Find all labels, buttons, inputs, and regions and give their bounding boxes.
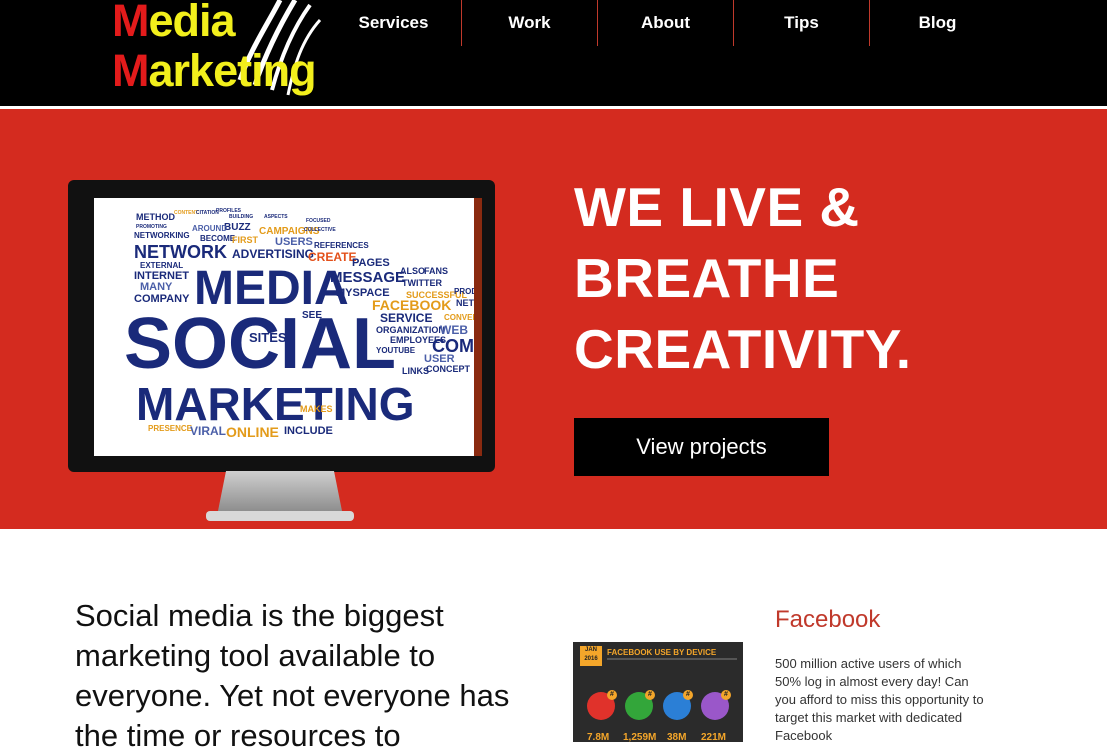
wordcloud-word: SITES (249, 330, 287, 345)
wordcloud-word: ALSO (400, 266, 425, 276)
hero-headline-line: CREATIVITY. (574, 318, 912, 380)
nav-work[interactable]: Work (462, 0, 597, 46)
wordcloud-edge (474, 198, 482, 456)
wordcloud-word: ONLINE (226, 424, 279, 440)
wordcloud-word: FOCUSED (306, 218, 331, 224)
badge-icon: # (645, 690, 655, 700)
wordcloud-word: MAKES (300, 404, 333, 414)
infographic-date: JAN 2016 (580, 646, 602, 666)
infographic-value: 221M (701, 732, 727, 742)
wordcloud-image: METHOD CONTENTCITATIONPROFILESBUILDING ASP… (124, 198, 482, 456)
infographic-value: 1,259M (623, 732, 657, 742)
logo-line-2: Marketing (112, 45, 317, 96)
wordcloud-word: METHOD (136, 212, 175, 222)
wordcloud-word: PROMOTING (136, 224, 167, 230)
wordcloud-word: PROD (454, 287, 477, 296)
wordcloud-word: NETWORKING (134, 231, 190, 240)
wordcloud-word: FANS (424, 266, 448, 276)
wordcloud-word: CONVER (444, 313, 478, 322)
monitor-screen-wordcloud: METHOD CONTENT CITATION PROFILES BUILDING ASP… (94, 198, 482, 456)
hero-headline-line: WE LIVE & (574, 176, 860, 238)
facebook-description: 500 million active users of which 50% lo… (775, 656, 984, 743)
badge-icon: # (721, 690, 731, 700)
wordcloud-word: BUILDING (229, 214, 253, 220)
wordcloud-word: FIRST (232, 235, 259, 245)
site-logo[interactable]: Media Marketing (90, 0, 340, 104)
wordcloud-word: BUZZ (224, 222, 251, 233)
badge-icon: # (607, 690, 617, 700)
wordcloud-word: USER (424, 353, 455, 365)
nav-services[interactable]: Services (326, 0, 461, 46)
nav-about[interactable]: About (598, 0, 733, 46)
wordcloud-word: ORGANIZATION (376, 325, 445, 335)
infographic-title: FACEBOOK USE BY DEVICE (607, 648, 717, 657)
wordcloud-word: ASPECTS (264, 214, 288, 220)
wordcloud-word: TWITTER (402, 278, 442, 288)
infographic-subtitle-bar (607, 658, 737, 660)
wordcloud-word: PRESENCE (148, 424, 193, 433)
intro-text: Social media is the biggest marketing to… (75, 598, 510, 753)
wordcloud-word: MANY (140, 281, 173, 293)
wordcloud-word: SERVICE (380, 311, 432, 325)
wordcloud-word: CONCEPT (426, 364, 471, 374)
wordcloud-word: EMPLOYEES (390, 335, 446, 345)
facebook-device-infographic[interactable]: JAN 2016 FACEBOOK USE BY DEVICE # # # # … (573, 642, 743, 742)
wordcloud-word: CONTENT (174, 210, 198, 216)
main-nav: Services Work About Tips Blog (326, 0, 1005, 46)
infographic-value: 7.8M (587, 732, 610, 742)
wordcloud-word: COLLECTIVE (304, 227, 336, 233)
logo-line-1: Media (112, 0, 236, 46)
infographic-value: 38M (667, 732, 687, 742)
view-projects-button[interactable]: View projects (574, 418, 829, 476)
wordcloud-word: EXTERNAL (140, 261, 183, 270)
wordcloud-word: AROUND (192, 224, 227, 233)
wordcloud-word: YOUTUBE (376, 346, 416, 355)
wordcloud-word: ADVERTISING (232, 247, 314, 261)
wordcloud-word: PAGES (352, 257, 390, 269)
nav-blog[interactable]: Blog (870, 0, 1005, 46)
facebook-heading: Facebook (775, 606, 881, 633)
wordcloud-word: SEE (302, 310, 322, 321)
wordcloud-word: MARKETING (136, 378, 415, 430)
hero-headline-line: BREATHE (574, 247, 840, 309)
hero-headline: WE LIVE & BREATHE CREATIVITY. (574, 172, 1074, 385)
wordcloud-word: NETWORK (134, 242, 227, 262)
wordcloud-word: VIRAL (190, 424, 226, 438)
wordcloud-word: LINKS (402, 366, 429, 376)
monitor-stand (206, 471, 354, 521)
wordcloud-word: REFERENCES (314, 241, 369, 250)
nav-tips[interactable]: Tips (734, 0, 869, 46)
badge-icon: # (683, 690, 693, 700)
wordcloud-word: INCLUDE (284, 425, 333, 437)
